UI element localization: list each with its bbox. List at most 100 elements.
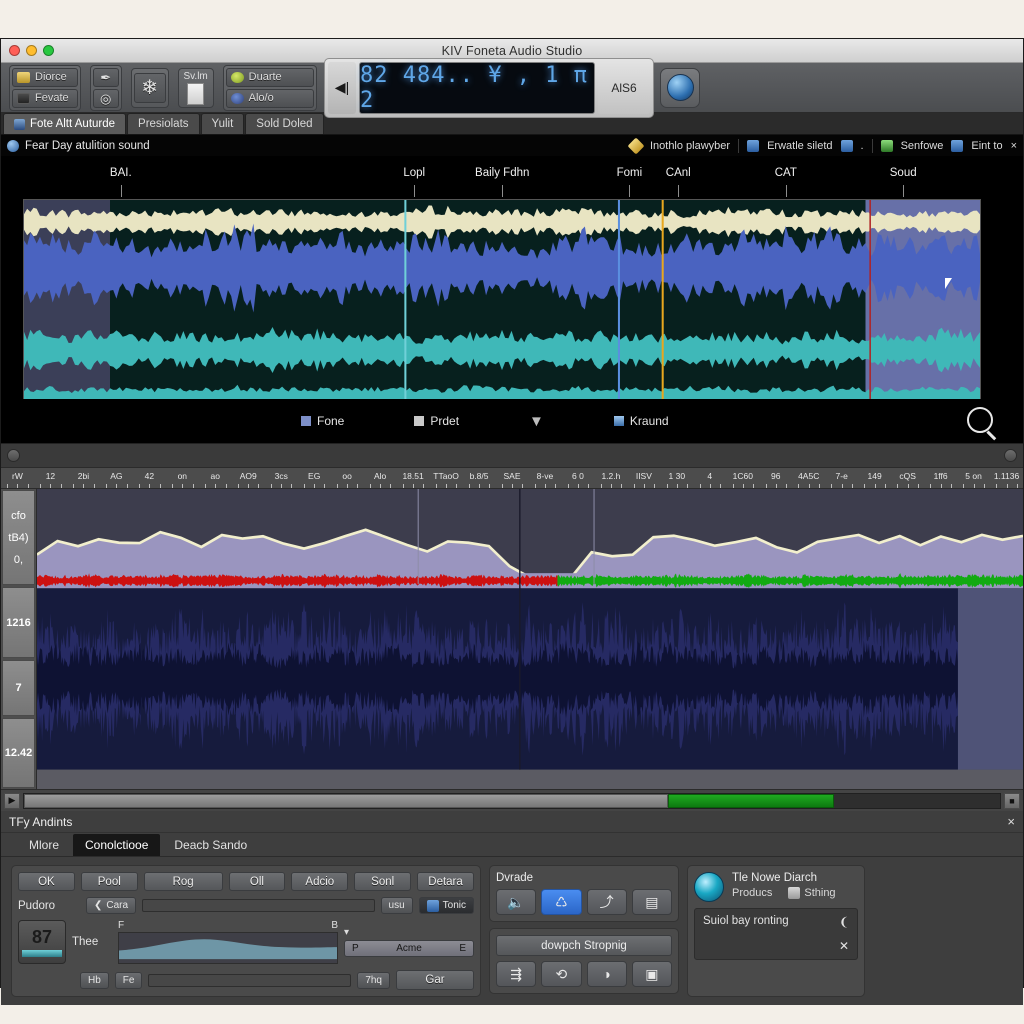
document-action-label[interactable]: Senfowe xyxy=(901,140,944,152)
marker-label[interactable]: Baily Fdhn xyxy=(475,167,529,179)
ruler-label: 149 xyxy=(867,471,882,481)
marker-label[interactable]: Lopl xyxy=(403,167,425,179)
filter-icon: ▾ xyxy=(344,927,350,938)
producs-link[interactable]: Producs xyxy=(732,887,772,899)
loop-icon-button[interactable]: ♺ xyxy=(541,889,582,915)
seven-hq-pill-button[interactable]: 7hq xyxy=(357,971,390,989)
track-canvas[interactable] xyxy=(23,199,981,421)
tab-label: Fote Altt Auturde xyxy=(30,118,116,130)
screen-icon-button[interactable]: ▣ xyxy=(631,961,672,987)
close-icon[interactable]: ✕ xyxy=(839,939,849,953)
hb-pill-button[interactable]: Hb xyxy=(80,971,109,989)
dvrade-group: Dvrade 🔈 ♺ ⤴ ▤ xyxy=(489,865,679,922)
rog-button[interactable]: Rog xyxy=(143,872,223,891)
cara-pill-button[interactable]: ❮ Cara xyxy=(86,897,137,914)
tab-sold-doled[interactable]: Sold Doled xyxy=(245,113,324,134)
close-icon[interactable]: × xyxy=(1007,814,1015,829)
tonic-icon xyxy=(426,899,439,912)
file-icon xyxy=(14,118,25,130)
axis-group-top: cfo tB4) 0, xyxy=(2,490,35,586)
sonl-button[interactable]: Sonl xyxy=(354,872,412,891)
spectrum-panel: cfo tB4) 0, 1216 7 12.42 xyxy=(1,489,1023,789)
toolbar-button-diorce[interactable]: Diorce xyxy=(12,67,78,87)
brand-row: Tle Nowe Diarch Producs Sthing xyxy=(694,872,858,902)
rewind-icon[interactable]: ◀| xyxy=(328,61,356,114)
dowpch-stropnig-button[interactable]: dowpch Stropnig xyxy=(496,935,672,956)
toolbar-button-snowflake[interactable]: ❄ xyxy=(133,72,166,103)
toolbar-button-aloyo[interactable]: Alo/o xyxy=(225,88,314,108)
tab-yulit[interactable]: Yulit xyxy=(200,113,245,134)
envelope-editor[interactable] xyxy=(118,932,338,964)
horizontal-scrollbar[interactable] xyxy=(23,792,1001,809)
dock-tab-deacb-sando[interactable]: Deacb Sando xyxy=(162,834,259,856)
dock-tab-conolctiooe[interactable]: Conolctiooe xyxy=(73,834,161,856)
adcio-button[interactable]: Adcio xyxy=(291,872,349,891)
volume-icon-button[interactable]: 🔈 xyxy=(496,889,537,915)
document-action-label[interactable]: . xyxy=(861,140,864,152)
ruler-label: on xyxy=(177,471,188,481)
document-action-label[interactable]: Eint to xyxy=(971,140,1002,152)
waveform-tool-kraund[interactable]: Kraund xyxy=(613,414,669,428)
scrollbar-thumb[interactable] xyxy=(24,793,669,808)
ruler-label: 4A5C xyxy=(798,471,820,481)
dock-left-group: OK Pool Rog Oll Adcio Sonl Detara Pudoro… xyxy=(11,865,481,997)
toolbar-button-pen[interactable]: ✒ xyxy=(92,67,119,87)
waveform-panel[interactable]: BAI.LoplBaily FdhnFomiCAnlCATSoud LEVEL … xyxy=(1,157,1023,467)
fe-pill-button[interactable]: Fe xyxy=(114,971,143,989)
search-icon[interactable] xyxy=(967,407,993,433)
marker-label[interactable]: BAI. xyxy=(110,167,132,179)
document-title: Fear Day atulition sound xyxy=(25,139,150,152)
pool-button[interactable]: Pool xyxy=(80,872,138,891)
scroll-left-button[interactable]: ▶ xyxy=(4,792,20,809)
gar-button[interactable]: Gar xyxy=(396,970,474,990)
dock-tab-mlore[interactable]: Mlore xyxy=(17,834,71,856)
ruler-label: 4 xyxy=(707,471,713,481)
pudoro-slider[interactable] xyxy=(142,899,375,912)
sphere-icon-button[interactable] xyxy=(660,67,700,108)
node-icon-button[interactable]: ⇶ xyxy=(496,961,537,987)
oll-button[interactable]: Oll xyxy=(228,872,286,891)
share-icon[interactable]: ❨ xyxy=(839,915,849,929)
ok-button[interactable]: OK xyxy=(18,872,75,891)
marker-label[interactable]: Fomi xyxy=(617,167,643,179)
dock-header: TFy Andints × xyxy=(1,811,1023,833)
sthing-link[interactable]: Sthing xyxy=(804,887,835,899)
tonic-label: Tonic xyxy=(442,900,466,911)
waveform-tool-label: Fone xyxy=(317,414,345,428)
document-action-label[interactable]: Inothlo plawyber xyxy=(650,140,730,152)
tab-fote-altt-auturde[interactable]: Fote Altt Auturde xyxy=(3,113,127,134)
waveform-tool-fone[interactable]: Fone xyxy=(301,414,344,428)
ruler-label: AG xyxy=(110,471,123,481)
marker-label[interactable]: Soud xyxy=(890,167,917,179)
acme-field[interactable]: P Acme E xyxy=(344,940,474,957)
marker-label[interactable]: CAnl xyxy=(666,167,691,179)
close-icon[interactable]: × xyxy=(1011,140,1017,152)
envelope-left-mark: F xyxy=(118,920,125,932)
usu-pill-button[interactable]: usu xyxy=(380,897,413,914)
mixer-icon-button[interactable]: ▤ xyxy=(631,889,672,915)
toolbar-button-duarte[interactable]: Duarte xyxy=(225,67,314,87)
waveform-tool-prdet[interactable]: Prdet xyxy=(414,414,459,428)
preview-thumbnail[interactable]: 87 xyxy=(18,920,66,964)
undo-icon-button[interactable]: ⤴ xyxy=(586,889,627,915)
blue-chip-icon xyxy=(951,139,964,152)
waveform-tool-dropdown[interactable]: ▼ xyxy=(529,413,544,430)
tonic-pill-button[interactable]: Tonic xyxy=(418,897,474,914)
tab-label: Sold Doled xyxy=(256,118,313,130)
als-button[interactable]: AlS6 xyxy=(598,61,650,114)
toolbar-button-clock[interactable]: ◎ xyxy=(92,88,119,108)
mask-icon-button[interactable]: ◑ xyxy=(586,961,627,987)
bottom-slider[interactable] xyxy=(148,973,352,987)
document-action-label[interactable]: Erwatle siletd xyxy=(767,140,832,152)
marker-label[interactable]: CAT xyxy=(775,167,797,179)
footer-left-button[interactable] xyxy=(7,449,20,462)
detara-button[interactable]: Detara xyxy=(417,872,474,891)
spectrum-canvas[interactable] xyxy=(37,489,1023,789)
tab-presiolats[interactable]: Presiolats xyxy=(127,113,200,134)
footer-right-button[interactable] xyxy=(1004,449,1017,462)
toolbar-button-fevate[interactable]: Fevate xyxy=(12,88,78,108)
spiral-icon-button[interactable]: ⟲ xyxy=(541,961,582,987)
timeline-ruler[interactable]: rW 12 2bi AG 42 on ao AO9 3cs EG oo Alo 18.51 TTaoO b.… xyxy=(1,467,1023,489)
scroll-right-button[interactable]: ■ xyxy=(1004,792,1020,809)
toolbar-button-document[interactable]: Sv.lm xyxy=(177,67,214,108)
